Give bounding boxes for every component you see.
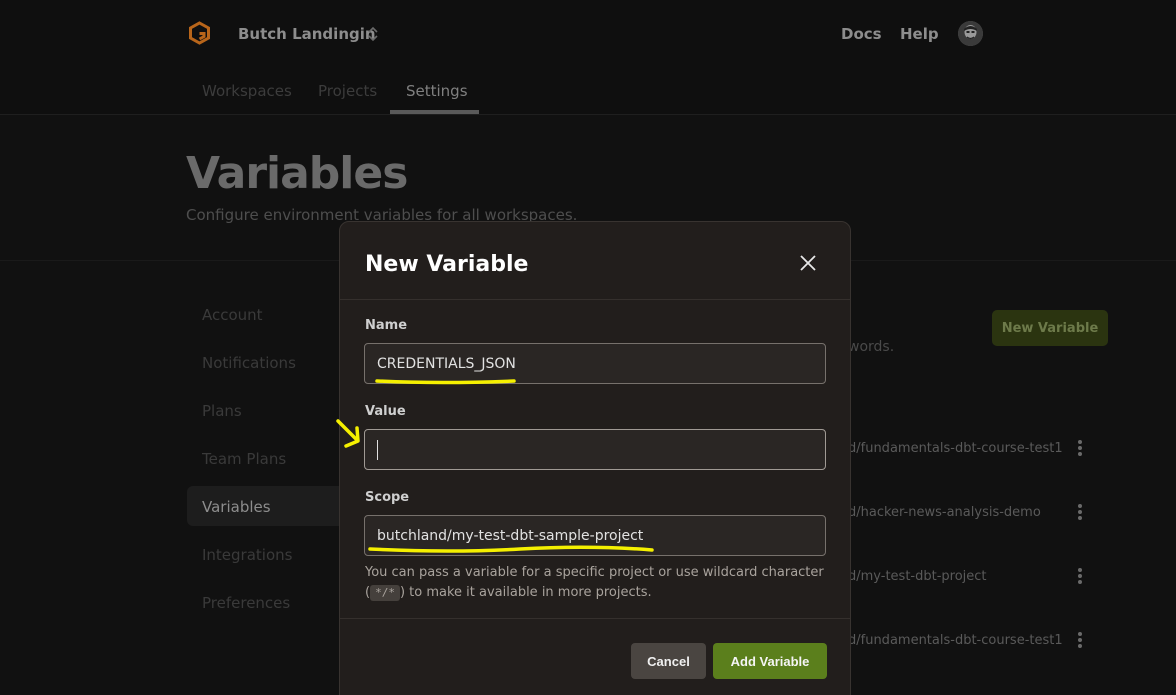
new-variable-modal: New Variable Name Value Scope You can pa…: [339, 221, 851, 695]
name-field[interactable]: [364, 343, 826, 384]
user-avatar[interactable]: [958, 21, 983, 46]
scope-field-label: Scope: [365, 490, 410, 505]
sidebar-item-integrations[interactable]: Integrations: [202, 546, 292, 564]
nav-help-link[interactable]: Help: [900, 25, 939, 43]
active-tab-indicator: [390, 110, 479, 114]
add-variable-button[interactable]: Add Variable: [713, 643, 827, 679]
tab-workspaces[interactable]: Workspaces: [202, 82, 292, 100]
name-field-label: Name: [365, 318, 408, 333]
sidebar-item-team-plans[interactable]: Team Plans: [202, 450, 286, 468]
org-switch-chevron-icon[interactable]: [367, 25, 379, 43]
tab-projects[interactable]: Projects: [318, 82, 377, 100]
scope-helper-text: You can pass a variable for a specific p…: [365, 563, 825, 603]
row-menu-icon[interactable]: [1074, 566, 1086, 586]
wildcard-code: */*: [370, 585, 400, 601]
value-field-label: Value: [365, 404, 406, 419]
page-title: Variables: [186, 148, 408, 199]
row-menu-icon[interactable]: [1074, 502, 1086, 522]
top-header: Butch Landingin Docs Help Workspaces Pro…: [0, 0, 1176, 115]
modal-header-divider: [340, 299, 850, 300]
sidebar-item-preferences[interactable]: Preferences: [202, 594, 290, 612]
close-icon[interactable]: [796, 251, 820, 275]
settings-page: Butch Landingin Docs Help Workspaces Pro…: [0, 0, 1176, 695]
app-logo-icon[interactable]: [187, 21, 212, 46]
sidebar-item-variables[interactable]: Variables: [202, 498, 271, 516]
avatar-face-icon: [958, 21, 983, 46]
variable-row-scope: d/my-test-dbt-project: [848, 569, 987, 584]
tab-settings[interactable]: Settings: [406, 82, 468, 100]
modal-footer-divider: [340, 618, 850, 619]
variables-hint-text: words.: [848, 339, 895, 355]
cancel-button[interactable]: Cancel: [631, 643, 706, 679]
sidebar-item-notifications[interactable]: Notifications: [202, 354, 296, 372]
value-field[interactable]: [364, 429, 826, 470]
org-name[interactable]: Butch Landingin: [238, 25, 376, 43]
text-caret: [377, 440, 378, 460]
nav-docs-link[interactable]: Docs: [841, 25, 882, 43]
variable-row-scope: d/fundamentals-dbt-course-test1: [848, 441, 1063, 456]
helper-suffix: ) to make it available in more projects.: [399, 585, 652, 600]
row-menu-icon[interactable]: [1074, 630, 1086, 650]
variable-row-scope: d/hacker-news-analysis-demo: [848, 505, 1041, 520]
scope-field[interactable]: [364, 515, 826, 556]
sidebar-item-plans[interactable]: Plans: [202, 402, 242, 420]
sidebar-item-account[interactable]: Account: [202, 306, 263, 324]
modal-title: New Variable: [365, 252, 529, 277]
row-menu-icon[interactable]: [1074, 438, 1086, 458]
new-variable-button[interactable]: New Variable: [992, 310, 1108, 346]
variable-row-scope: d/fundamentals-dbt-course-test1: [848, 633, 1063, 648]
